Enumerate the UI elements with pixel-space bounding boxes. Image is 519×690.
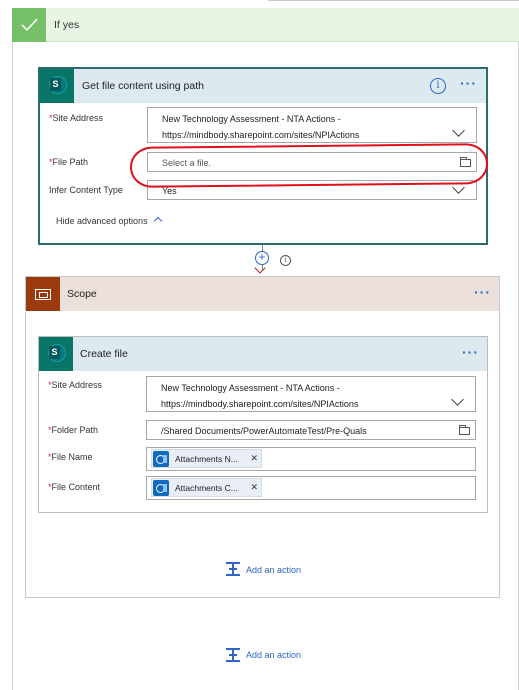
file-path-label: *File Path bbox=[49, 157, 89, 167]
info-icon[interactable]: i bbox=[430, 78, 446, 94]
add-action-button-scope[interactable]: Add an action bbox=[246, 565, 301, 575]
file-content-label: *File Content bbox=[48, 482, 101, 492]
chevron-down-icon[interactable] bbox=[451, 393, 464, 406]
close-icon[interactable]: ✕ bbox=[250, 453, 258, 464]
attachments-content-token[interactable]: Attachments C... ✕ bbox=[151, 478, 262, 497]
infer-content-type-label: Infer Content Type bbox=[49, 185, 123, 195]
site-address-line2: https://mindbody.sharepoint.com/sites/NP… bbox=[162, 130, 360, 140]
site-address-dropdown[interactable]: New Technology Assessment - NTA Actions … bbox=[146, 376, 476, 412]
annotation-red-oval bbox=[129, 143, 489, 188]
info-icon[interactable]: i bbox=[280, 255, 291, 266]
site-address-label: *Site Address bbox=[48, 380, 103, 390]
file-name-input[interactable]: Attachments N... ✕ bbox=[146, 447, 476, 471]
add-action-button-branch[interactable]: Add an action bbox=[246, 650, 301, 660]
scope-header[interactable]: Scope ··· bbox=[26, 277, 499, 311]
add-action-icon[interactable] bbox=[226, 562, 240, 576]
site-address-line1: New Technology Assessment - NTA Actions … bbox=[162, 114, 341, 124]
site-address-line1: New Technology Assessment - NTA Actions … bbox=[161, 383, 340, 393]
sharepoint-icon: S bbox=[39, 337, 73, 371]
more-icon[interactable]: ··· bbox=[460, 75, 477, 91]
create-file-card: S Create file ··· *Site Address New Tech… bbox=[38, 336, 488, 513]
chevron-down-icon[interactable] bbox=[452, 124, 465, 137]
folder-path-input[interactable]: /Shared Documents/PowerAutomateTest/Pre-… bbox=[146, 420, 476, 440]
file-content-input[interactable]: Attachments C... ✕ bbox=[146, 476, 476, 500]
outlook-icon bbox=[153, 480, 169, 496]
if-yes-title: If yes bbox=[54, 19, 80, 31]
file-name-label: *File Name bbox=[48, 452, 93, 462]
add-action-icon[interactable] bbox=[226, 648, 240, 662]
folder-icon[interactable] bbox=[459, 425, 470, 435]
folder-path-value: /Shared Documents/PowerAutomateTest/Pre-… bbox=[161, 426, 367, 436]
create-file-header[interactable]: S Create file ··· bbox=[39, 337, 487, 371]
hide-advanced-options-link[interactable]: Hide advanced options bbox=[56, 216, 148, 226]
card-title: Create file bbox=[80, 348, 128, 360]
scope-title: Scope bbox=[67, 288, 97, 300]
card-title: Get file content using path bbox=[82, 80, 204, 92]
site-address-line2: https://mindbody.sharepoint.com/sites/NP… bbox=[161, 399, 359, 409]
site-address-dropdown[interactable]: New Technology Assessment - NTA Actions … bbox=[147, 107, 477, 143]
folder-path-label: *Folder Path bbox=[48, 425, 99, 435]
close-icon[interactable]: ✕ bbox=[250, 482, 258, 493]
plus-icon[interactable]: + bbox=[255, 251, 269, 265]
outlook-icon bbox=[153, 451, 169, 467]
checkmark-icon bbox=[12, 8, 46, 42]
sharepoint-icon: S bbox=[40, 69, 74, 103]
site-address-label: *Site Address bbox=[49, 113, 104, 123]
scope-icon bbox=[26, 277, 60, 311]
get-file-content-header[interactable]: S Get file content using path i ··· bbox=[40, 69, 486, 103]
if-yes-header[interactable]: If yes bbox=[12, 8, 519, 42]
more-icon[interactable]: ··· bbox=[474, 284, 491, 300]
top-border-line bbox=[268, 0, 519, 1]
attachments-name-token[interactable]: Attachments N... ✕ bbox=[151, 449, 262, 468]
more-icon[interactable]: ··· bbox=[462, 344, 479, 360]
